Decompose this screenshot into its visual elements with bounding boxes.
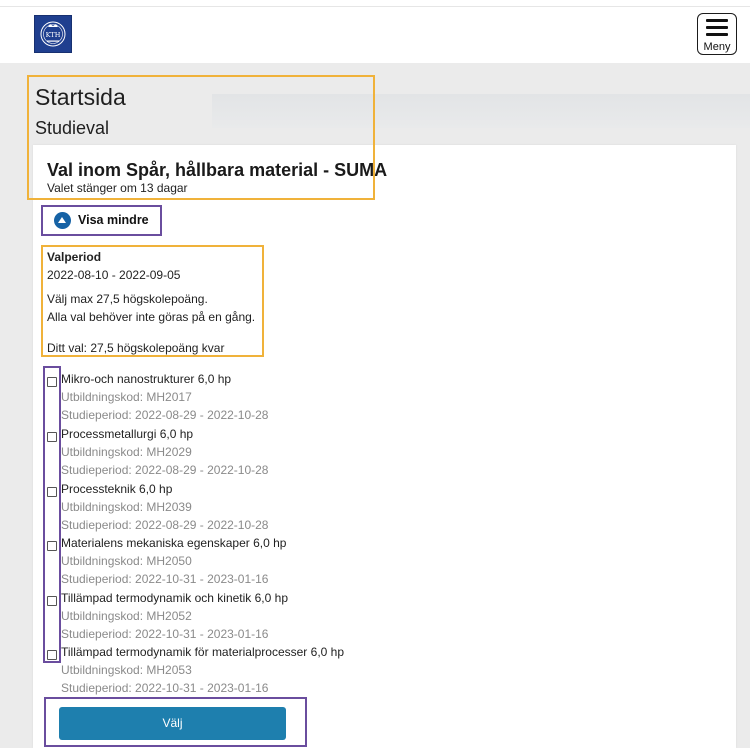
course-name: Tillämpad termodynamik för materialproce… [61,645,345,659]
hamburger-icon [706,19,728,40]
course-code: Utbildningskod: MH2039 [61,500,192,514]
course-checkbox[interactable] [47,377,57,387]
course-code: Utbildningskod: MH2050 [61,554,192,568]
course-period: Studieperiod: 2022-08-29 - 2022-10-28 [61,408,269,422]
course-period: Studieperiod: 2022-08-29 - 2022-10-28 [61,463,269,477]
page-title: Startsida [35,84,126,110]
show-less-toggle[interactable]: Visa mindre [54,210,149,230]
course-period: Studieperiod: 2022-10-31 - 2023-01-16 [61,681,269,695]
period-label: Valperiod [47,250,102,264]
toggle-label: Visa mindre [78,213,149,227]
course-name: Tillämpad termodynamik och kinetik 6,0 h… [61,591,288,605]
course-period: Studieperiod: 2022-10-31 - 2023-01-16 [61,627,269,641]
kth-logo[interactable]: KTH [34,15,72,53]
course-name: Processteknik 6,0 hp [61,482,173,496]
menu-label: Meny [703,41,731,53]
period-dates: 2022-08-10 - 2022-09-05 [47,268,181,282]
logo-text: KTH [46,31,61,39]
course-period: Studieperiod: 2022-10-31 - 2023-01-16 [61,572,269,586]
course-period: Studieperiod: 2022-08-29 - 2022-10-28 [61,518,269,532]
info-note: Alla val behöver inte göras på en gång. [47,310,256,324]
title-band [212,94,750,128]
course-checkbox[interactable] [47,541,57,551]
choice-title: Val inom Spår, hållbara material - SUMA [47,160,388,180]
course-checkbox[interactable] [47,432,57,442]
course-checkbox[interactable] [47,487,57,497]
course-checkbox[interactable] [47,596,57,606]
course-code: Utbildningskod: MH2053 [61,663,192,677]
remaining-credits: Ditt val: 27,5 högskolepoäng kvar [47,341,225,355]
course-code: Utbildningskod: MH2017 [61,390,192,404]
site-header [0,7,750,63]
course-code: Utbildningskod: MH2052 [61,609,192,623]
choice-closing-notice: Valet stänger om 13 dagar [47,181,188,195]
course-name: Mikro-och nanostrukturer 6,0 hp [61,372,232,386]
course-code: Utbildningskod: MH2029 [61,445,192,459]
submit-choice-button[interactable]: Välj [59,707,286,740]
course-checkbox[interactable] [47,650,57,660]
course-name: Materialens mekaniska egenskaper 6,0 hp [61,536,287,550]
max-credits: Välj max 27,5 högskolepoäng. [47,292,208,306]
page-subtitle: Studieval [35,118,110,138]
chevron-up-icon [54,211,71,229]
course-name: Processmetallurgi 6,0 hp [61,427,194,441]
menu-button[interactable]: Meny [697,13,737,55]
